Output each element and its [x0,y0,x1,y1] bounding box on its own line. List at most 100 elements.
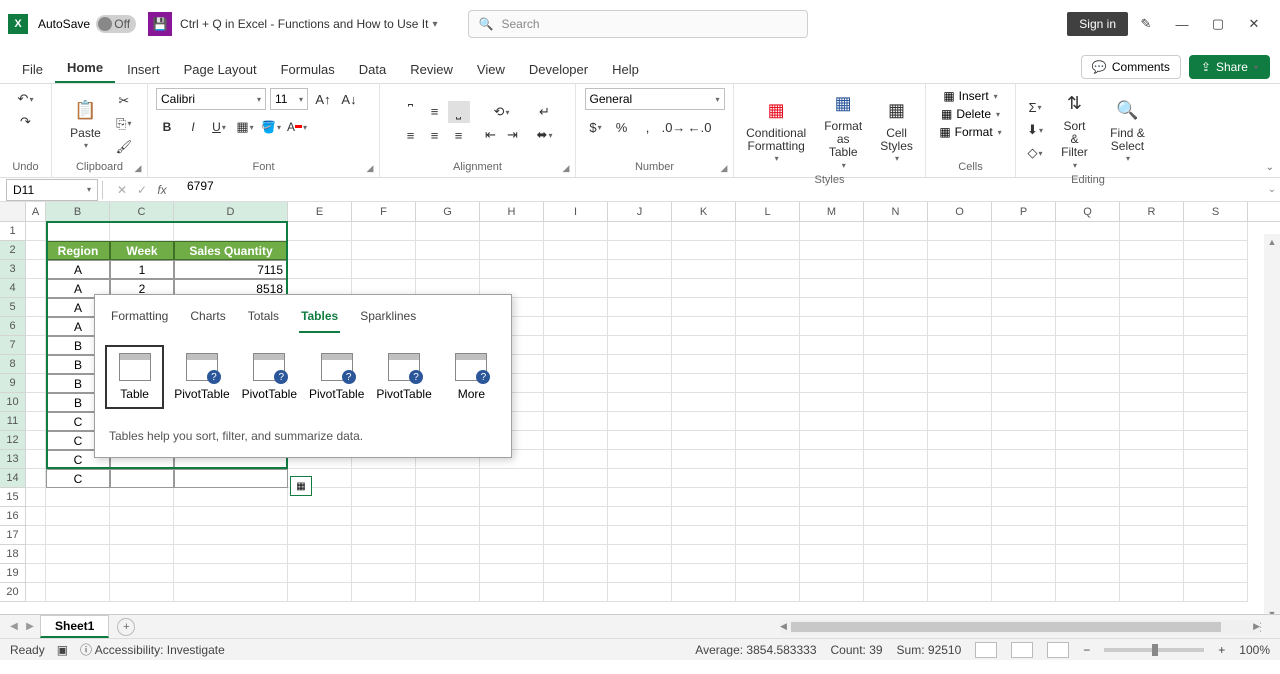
cell-S5[interactable] [1184,298,1248,317]
cell-J5[interactable] [608,298,672,317]
cell-M20[interactable] [800,583,864,602]
cell-G16[interactable] [416,507,480,526]
increase-indent-button[interactable]: ⇥ [502,124,524,146]
cell-H17[interactable] [480,526,544,545]
orientation-button[interactable]: ⟲▾ [491,101,513,123]
column-header-A[interactable]: A [26,202,46,221]
cell-K19[interactable] [672,564,736,583]
tab-review[interactable]: Review [398,56,465,83]
autosave-switch[interactable]: Off [96,15,136,33]
cell-F20[interactable] [352,583,416,602]
cell-M11[interactable] [800,412,864,431]
cell-P6[interactable] [992,317,1056,336]
cancel-formula-button[interactable]: ✕ [113,181,131,199]
cell-K1[interactable] [672,222,736,241]
quick-analysis-handle[interactable]: ▦ [290,476,312,496]
row-header-17[interactable]: 17 [0,526,26,545]
maximize-button[interactable]: ▢ [1200,6,1236,42]
cell-Q14[interactable] [1056,469,1120,488]
cell-G14[interactable] [416,469,480,488]
formula-bar-expand[interactable]: ⌄ [1264,184,1280,195]
cell-L14[interactable] [736,469,800,488]
column-header-Q[interactable]: Q [1056,202,1120,221]
cell-K2[interactable] [672,241,736,260]
cell-J7[interactable] [608,336,672,355]
cell-D1[interactable] [174,222,288,241]
cell-L19[interactable] [736,564,800,583]
cell-S14[interactable] [1184,469,1248,488]
cell-S1[interactable] [1184,222,1248,241]
accessibility-status[interactable]: ⓘ Accessibility: Investigate [80,641,225,658]
undo-button[interactable]: ↶▾ [15,88,37,110]
align-right-button[interactable]: ≡ [448,125,470,147]
cell-N6[interactable] [864,317,928,336]
fill-color-button[interactable]: 🪣▾ [260,116,282,138]
cell-O16[interactable] [928,507,992,526]
cell-O1[interactable] [928,222,992,241]
cell-M10[interactable] [800,393,864,412]
cell-G20[interactable] [416,583,480,602]
cell-P4[interactable] [992,279,1056,298]
cell-F3[interactable] [352,260,416,279]
cell-Q8[interactable] [1056,355,1120,374]
cell-B1[interactable] [46,222,110,241]
cell-R7[interactable] [1120,336,1184,355]
cell-Q7[interactable] [1056,336,1120,355]
cell-I6[interactable] [544,317,608,336]
cell-O5[interactable] [928,298,992,317]
cell-N19[interactable] [864,564,928,583]
column-header-O[interactable]: O [928,202,992,221]
add-sheet-button[interactable]: + [117,618,135,636]
cell-J17[interactable] [608,526,672,545]
document-title[interactable]: Ctrl + Q in Excel - Functions and How to… [180,17,428,31]
cell-D20[interactable] [174,583,288,602]
cell-K18[interactable] [672,545,736,564]
cell-K4[interactable] [672,279,736,298]
cell-S9[interactable] [1184,374,1248,393]
cell-A15[interactable] [26,488,46,507]
cell-R4[interactable] [1120,279,1184,298]
cell-N2[interactable] [864,241,928,260]
tab-insert[interactable]: Insert [115,56,172,83]
cell-K6[interactable] [672,317,736,336]
cell-J4[interactable] [608,279,672,298]
cell-I9[interactable] [544,374,608,393]
fill-button[interactable]: ⬇▾ [1024,119,1046,141]
cell-Q3[interactable] [1056,260,1120,279]
cell-L9[interactable] [736,374,800,393]
cell-N1[interactable] [864,222,928,241]
cell-I14[interactable] [544,469,608,488]
cell-K9[interactable] [672,374,736,393]
cell-K13[interactable] [672,450,736,469]
cell-L5[interactable] [736,298,800,317]
cell-Q20[interactable] [1056,583,1120,602]
column-header-I[interactable]: I [544,202,608,221]
hscroll-thumb[interactable] [791,622,1221,632]
cell-N3[interactable] [864,260,928,279]
copy-button[interactable]: ⎘▾ [113,113,135,135]
cell-O10[interactable] [928,393,992,412]
tab-help[interactable]: Help [600,56,651,83]
cell-O18[interactable] [928,545,992,564]
worksheet-grid[interactable]: ABCDEFGHIJKLMNOPQRS 12RegionWeekSales Qu… [0,202,1280,614]
minimize-button[interactable]: ― [1164,6,1200,42]
cell-O17[interactable] [928,526,992,545]
cell-R15[interactable] [1120,488,1184,507]
qa-item-more[interactable]: More [444,347,499,407]
cell-I12[interactable] [544,431,608,450]
align-bottom-button[interactable]: ⎵ [448,101,470,123]
cell-R13[interactable] [1120,450,1184,469]
cell-P12[interactable] [992,431,1056,450]
cell-H19[interactable] [480,564,544,583]
qa-tab-charts[interactable]: Charts [188,305,227,333]
cell-Q2[interactable] [1056,241,1120,260]
cell-A12[interactable] [26,431,46,450]
cell-O6[interactable] [928,317,992,336]
number-format-select[interactable]: General▾ [585,88,725,110]
view-page-break-button[interactable] [1047,642,1069,658]
cell-Q6[interactable] [1056,317,1120,336]
cell-L13[interactable] [736,450,800,469]
underline-button[interactable]: U▾ [208,116,230,138]
cell-I11[interactable] [544,412,608,431]
row-header-20[interactable]: 20 [0,583,26,602]
